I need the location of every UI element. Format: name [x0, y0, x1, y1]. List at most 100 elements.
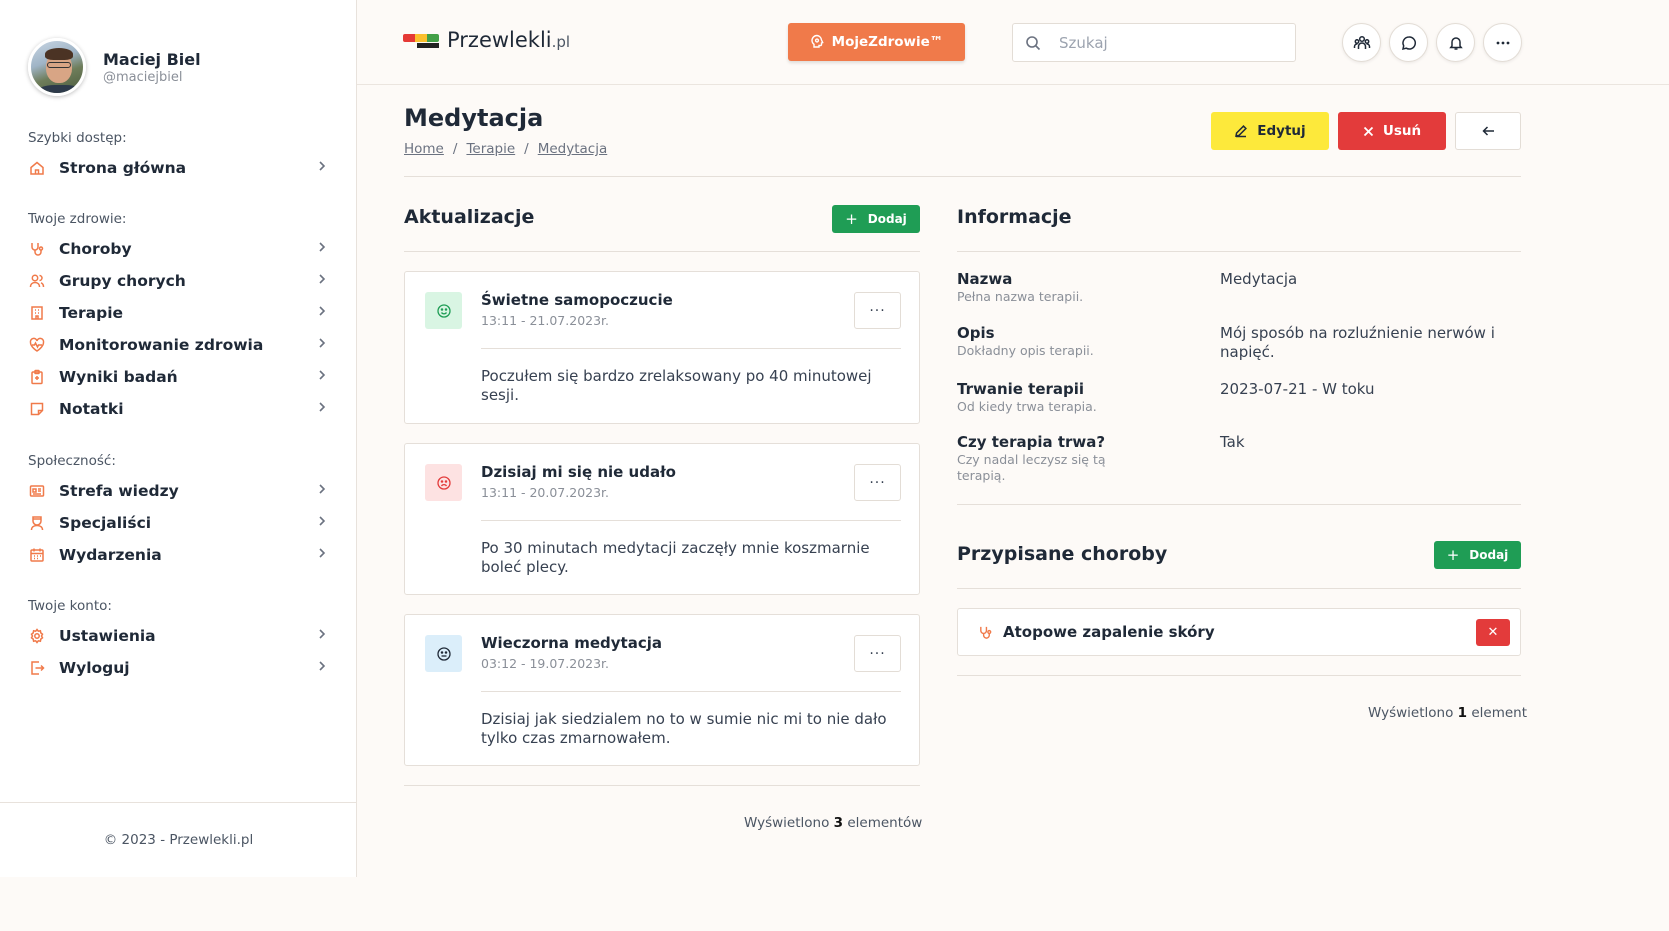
moje-zdrowie-button[interactable]: MojeZdrowie™: [788, 23, 965, 61]
sidebar-item-home[interactable]: Strona główna: [28, 152, 328, 184]
topbar: Przewlekli.pl MojeZdrowie™: [357, 0, 1669, 85]
update-body: Dzisiaj jak siedzialem no to w sumie nic…: [481, 710, 887, 747]
user-name: Maciej Biel: [103, 49, 201, 69]
more-horizontal-icon: [1495, 35, 1511, 51]
home-icon: [28, 160, 45, 177]
update-date: 03:12 - 19.07.2023r.: [481, 656, 610, 671]
diseases-divider: [957, 588, 1521, 589]
chevron-right-icon: [316, 483, 328, 499]
chevron-right-icon: [316, 160, 328, 176]
plus-icon: +: [845, 210, 858, 228]
newspaper-icon: [28, 483, 45, 500]
update-options-button[interactable]: ···: [854, 292, 901, 329]
breadcrumb-home[interactable]: Home: [404, 141, 444, 157]
breadcrumb-terapie[interactable]: Terapie: [466, 141, 515, 157]
card-divider: [481, 348, 901, 349]
sidebar-item-wyloguj[interactable]: Wyloguj: [28, 652, 328, 684]
sidebar-item-grupy-chorych[interactable]: Grupy chorych: [28, 265, 328, 297]
sidebar-item-label: Wyloguj: [59, 659, 130, 677]
chevron-right-icon: [316, 273, 328, 289]
update-body: Po 30 minutach medytacji zaczęły mnie ko…: [481, 539, 870, 576]
sidebar-item-label: Specjaliści: [59, 514, 152, 532]
sidebar-item-label: Terapie: [59, 304, 124, 322]
update-options-button[interactable]: ···: [854, 635, 901, 672]
updates-bottom-divider: [404, 785, 920, 786]
logo-suffix: .pl: [551, 33, 571, 51]
header-divider: [404, 176, 1521, 177]
sidebar-item-choroby[interactable]: Choroby: [28, 233, 328, 265]
edit-button[interactable]: Edytuj: [1211, 112, 1329, 150]
sidebar-item-notatki[interactable]: Notatki: [28, 393, 328, 425]
logo-text: Przewlekli: [447, 28, 552, 52]
sidebar-item-ustawienia[interactable]: Ustawienia: [28, 620, 328, 652]
stethoscope-icon: [28, 241, 45, 258]
chat-icon: [1401, 35, 1417, 51]
diseases-count: Wyświetlono 1 element: [1368, 705, 1528, 721]
edit-label: Edytuj: [1257, 123, 1306, 139]
sidebar-item-label: Grupy chorych: [59, 272, 186, 290]
user-handle: @maciejbiel: [103, 69, 183, 85]
arrow-left-icon: [1481, 125, 1495, 137]
sidebar-item-strefa-wiedzy[interactable]: Strefa wiedzy: [28, 475, 328, 507]
nav-section-quick-access: Szybki dostęp: Strona główna: [28, 130, 328, 184]
sidebar-item-specjalisci[interactable]: Specjaliści: [28, 507, 328, 539]
updates-title: Aktualizacje: [404, 206, 535, 228]
user-profile[interactable]: Maciej Biel @maciejbiel: [28, 38, 201, 96]
updates-divider: [404, 251, 920, 252]
update-date: 13:11 - 20.07.2023r.: [481, 485, 610, 500]
chevron-right-icon: [316, 337, 328, 353]
update-options-button[interactable]: ···: [854, 464, 901, 501]
info-label-opis: Opis: [957, 324, 995, 342]
sidebar-item-wyniki-badan[interactable]: Wyniki badań: [28, 361, 328, 393]
card-divider: [481, 520, 901, 521]
more-button[interactable]: [1483, 23, 1522, 62]
sidebar-item-terapie[interactable]: Terapie: [28, 297, 328, 329]
close-icon: ✕: [1487, 624, 1499, 640]
site-logo[interactable]: Przewlekli.pl: [403, 28, 570, 52]
chevron-right-icon: [316, 515, 328, 531]
nav-heading: Społeczność:: [28, 453, 116, 469]
notifications-button[interactable]: [1436, 23, 1475, 62]
info-label-czy-trwa: Czy terapia trwa?: [957, 433, 1106, 451]
clipboard-icon: [28, 369, 45, 386]
messages-button[interactable]: [1389, 23, 1428, 62]
neutral-face-icon: [425, 635, 462, 672]
sidebar-item-label: Strona główna: [59, 159, 187, 177]
pencil-icon: [1234, 124, 1248, 138]
delete-label: Usuń: [1382, 123, 1422, 139]
diseases-title: Przypisane choroby: [957, 543, 1168, 565]
sidebar: Maciej Biel @maciejbiel Szybki dostęp: S…: [0, 0, 357, 877]
sidebar-item-wydarzenia[interactable]: Wydarzenia: [28, 539, 328, 571]
disease-item[interactable]: Atopowe zapalenie skóry ✕: [957, 608, 1521, 656]
logout-icon: [28, 660, 45, 677]
chevron-right-icon: [316, 305, 328, 321]
update-card: Dzisiaj mi się nie udało 13:11 - 20.07.2…: [404, 443, 920, 595]
gear-icon: [28, 628, 45, 645]
search-input[interactable]: [1059, 33, 1269, 52]
chevron-right-icon: [316, 660, 328, 676]
remove-disease-button[interactable]: ✕: [1476, 618, 1510, 646]
info-divider: [957, 251, 1521, 252]
info-desc-nazwa: Pełna nazwa terapii.: [957, 289, 1084, 304]
update-title: Dzisiaj mi się nie udało: [481, 463, 676, 481]
delete-button[interactable]: Usuń: [1338, 112, 1446, 150]
moje-zdrowie-label: MojeZdrowie™: [831, 34, 944, 50]
more-horizontal-icon: ···: [869, 302, 886, 319]
community-button[interactable]: [1342, 23, 1381, 62]
add-update-button[interactable]: + Dodaj: [832, 205, 920, 233]
heart-pulse-icon: [28, 337, 45, 354]
breadcrumb-separator: /: [524, 141, 529, 157]
back-button[interactable]: [1455, 112, 1521, 150]
avatar[interactable]: [28, 38, 86, 96]
info-value-nazwa: Medytacja: [1220, 270, 1298, 288]
add-disease-button[interactable]: + Dodaj: [1434, 541, 1521, 569]
sidebar-item-monitorowanie-zdrowia[interactable]: Monitorowanie zdrowia: [28, 329, 328, 361]
breadcrumb-current[interactable]: Medytacja: [538, 141, 608, 157]
chevron-right-icon: [316, 401, 328, 417]
nav-section-account: Twoje konto: Ustawienia Wyloguj: [28, 598, 328, 684]
update-card: Świetne samopoczucie 13:11 - 21.07.2023r…: [404, 271, 920, 424]
sad-face-icon: [425, 464, 462, 501]
search-box[interactable]: [1012, 23, 1296, 62]
update-date: 13:11 - 21.07.2023r.: [481, 313, 610, 328]
users-icon: [1353, 34, 1371, 52]
